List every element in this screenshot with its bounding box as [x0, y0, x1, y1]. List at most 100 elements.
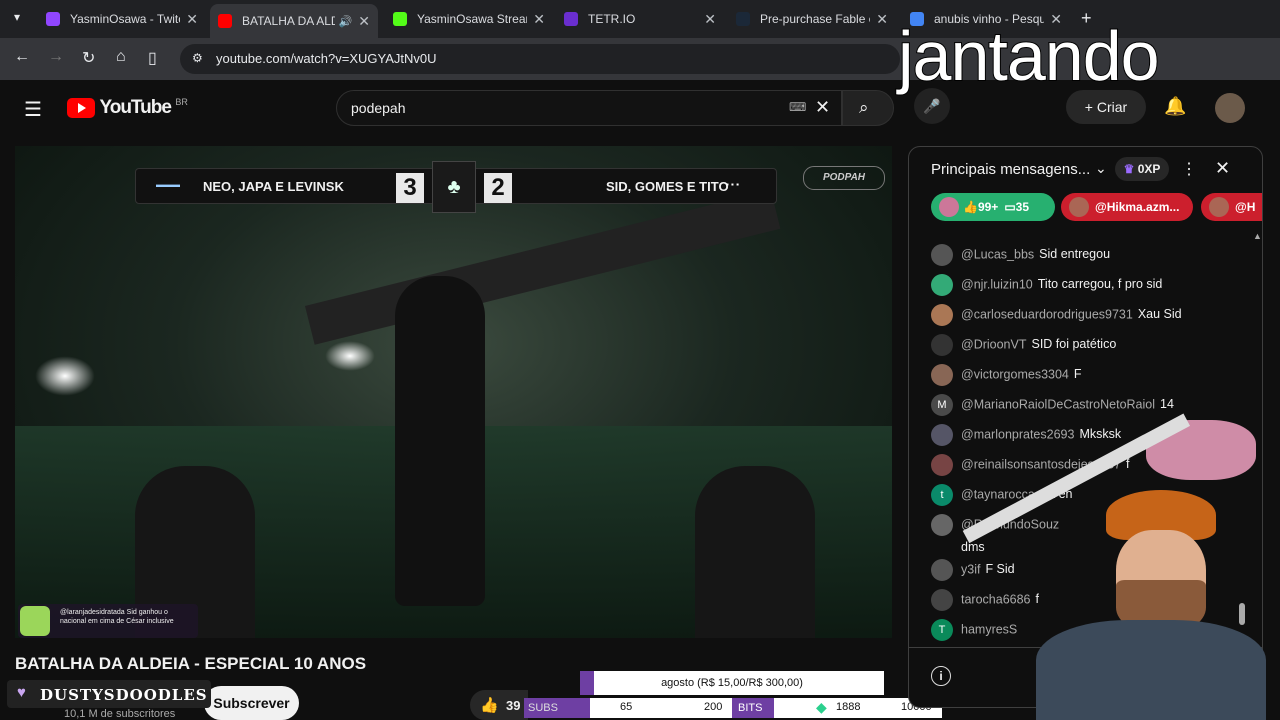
chat-avatar [931, 274, 953, 296]
stage-light [35, 356, 95, 396]
browser-tab[interactable]: BATALHA DA ALDEIA 🔊 ✕ [210, 4, 378, 38]
banner-rail [305, 189, 781, 345]
youtube-logo[interactable]: YouTube BR [67, 97, 188, 119]
chat-chip-poll[interactable]: 👍 99+ ▭ 35 [931, 193, 1055, 221]
home-icon[interactable]: ⌂ [116, 48, 126, 66]
close-icon[interactable]: ✕ [1215, 158, 1230, 179]
tab-close-icon[interactable]: ✕ [186, 11, 198, 28]
subscribe-button[interactable]: Subscrever [204, 686, 299, 720]
like-button[interactable]: 👍 39 [470, 690, 528, 720]
chat-text: SID foi patético [1031, 337, 1117, 352]
site-info-icon[interactable]: ⚙ [192, 51, 203, 65]
streamer-badge: ♥ DUSTYSDOODLES [7, 680, 211, 708]
chat-avatar [931, 364, 953, 386]
keyboard-icon[interactable]: ⌨ [789, 100, 806, 114]
avatar-body [1036, 620, 1266, 720]
clear-search-icon[interactable]: ✕ [815, 97, 830, 118]
back-icon[interactable]: ← [14, 48, 30, 66]
tab-close-icon[interactable]: ✕ [876, 11, 888, 28]
info-icon[interactable]: i [931, 666, 951, 686]
chip-extra: 35 [1015, 200, 1030, 214]
chat-message[interactable]: @DrioonVT SID foi patético [931, 334, 1116, 356]
chat-message[interactable]: @victorgomes3304 F [931, 364, 1082, 386]
browser-tab[interactable]: YasminOsawa - Twitch ✕ [38, 4, 206, 34]
subs-bits-bar: SUBS 65 200 BITS ◆ 1888 10000 [524, 698, 942, 718]
notifications-icon[interactable]: 🔔 [1164, 96, 1186, 117]
chip-count: 99+ [977, 200, 999, 214]
heart-icon: ♥ [17, 684, 26, 701]
chat-avatar [931, 514, 953, 536]
fighter-silhouette [395, 276, 485, 606]
team-left-name: NEO, JAPA E LEVINSK [203, 179, 344, 194]
split-view-icon[interactable]: ▯ [148, 48, 157, 68]
search-text[interactable]: podepah [351, 100, 406, 116]
browser-tab[interactable]: YasminOsawa Stream ✕ [385, 4, 553, 34]
omnibox[interactable]: ⚙ youtube.com/watch?v=XUGYAJtNv0U [180, 44, 900, 74]
chat-author: @DrioonVT [961, 337, 1027, 352]
chat-text: F [1073, 367, 1082, 382]
alert-text: @laranjadesidratada Sid ganhou o naciona… [60, 609, 174, 625]
xp-chip[interactable]: ♛ 0XP [1115, 157, 1169, 181]
chip-avatar [1209, 197, 1229, 217]
reload-icon[interactable]: ↻ [82, 48, 95, 68]
avatar[interactable] [1215, 93, 1245, 123]
chat-author: @njr.luizin10 [961, 277, 1033, 292]
chat-message[interactable]: @Lucas_bbs Sid entregou [931, 244, 1110, 266]
chat-chip-user[interactable]: @H [1201, 193, 1262, 221]
chat-author: @MarianoRaiolDeCastroNetoRaiol [961, 397, 1156, 412]
tab-favicon-icon [736, 12, 750, 26]
browser-tab[interactable]: TETR.IO ✕ [556, 4, 724, 34]
browser-tab[interactable]: Pre-purchase Fable o ✕ [728, 4, 896, 34]
tab-title: YasminOsawa Stream [417, 12, 528, 26]
chat-author: @victorgomes3304 [961, 367, 1069, 382]
chat-author: @carloseduardorodrigues9731 [961, 307, 1133, 322]
chat-chip-user[interactable]: @Hikma.azm... [1061, 193, 1193, 221]
chip-label: @Hikma.azm... [1095, 200, 1180, 214]
url-text[interactable]: youtube.com/watch?v=XUGYAJtNv0U [216, 51, 437, 66]
search-input[interactable]: podepah ⌨ ✕ [336, 90, 842, 126]
chat-avatar [931, 304, 953, 326]
tab-close-icon[interactable]: ✕ [533, 11, 545, 28]
chat-header-title[interactable]: Principais mensagens... [931, 161, 1090, 178]
tab-title: TETR.IO [588, 12, 636, 26]
goal-text: agosto (R$ 15,00/R$ 300,00) [661, 677, 803, 689]
scroll-up-icon[interactable]: ▲ [1253, 231, 1262, 241]
thumbs-up-icon: 👍 [480, 697, 499, 714]
tab-close-icon[interactable]: ✕ [358, 13, 370, 30]
chat-avatar [931, 244, 953, 266]
xp-value: 0XP [1137, 162, 1161, 176]
chat-author: @Lucas_bbs [961, 247, 1035, 262]
tab-title: Pre-purchase Fable o [760, 12, 871, 26]
menu-icon[interactable]: ☰ [24, 97, 42, 122]
chat-message[interactable]: @carloseduardorodrigues9731 Xau Sid [931, 304, 1182, 326]
tab-close-icon[interactable]: ✕ [704, 11, 716, 28]
tab-title: YasminOsawa - Twitch [70, 12, 181, 26]
subs-goal: 200 [704, 701, 723, 713]
tab-favicon-icon [46, 12, 60, 26]
vtuber-avatar [962, 413, 1266, 720]
stream-caption: jantando [897, 16, 1161, 96]
chat-avatar [931, 589, 953, 611]
like-icon: 👍 [963, 200, 978, 214]
chevron-down-icon[interactable]: ⌄ [1095, 160, 1107, 177]
forward-icon[interactable]: → [48, 48, 64, 66]
tab-menu-icon[interactable]: ▾ [14, 10, 20, 24]
chat-message[interactable]: M @MarianoRaiolDeCastroNetoRaiol 14 [931, 394, 1174, 416]
search-button[interactable]: ⌕ [842, 90, 894, 126]
score-right: 2 [484, 173, 512, 203]
stage-light [325, 341, 375, 371]
chat-avatar: T [931, 619, 953, 641]
bits-label: BITS [732, 698, 774, 718]
scoreboard: ▬▬▬ NEO, JAPA E LEVINSK 3 ♣ 2 SID, GOMES… [135, 161, 777, 213]
score-left: 3 [396, 173, 424, 203]
video-title: BATALHA DA ALDEIA - ESPECIAL 10 ANOS [15, 654, 367, 673]
bits-value: 1888 [836, 701, 861, 713]
chat-avatar [931, 334, 953, 356]
more-options-icon[interactable]: ⋮ [1181, 159, 1197, 179]
chat-message[interactable]: @njr.luizin10 Tito carregou, f pro sid [931, 274, 1162, 296]
tab-favicon-icon [393, 12, 407, 26]
video-player[interactable]: ▬▬▬ NEO, JAPA E LEVINSK 3 ♣ 2 SID, GOMES… [15, 146, 892, 638]
plus-icon: + [1084, 99, 1097, 115]
audio-icon[interactable]: 🔊 [339, 15, 353, 28]
chat-text: Xau Sid [1137, 307, 1182, 322]
